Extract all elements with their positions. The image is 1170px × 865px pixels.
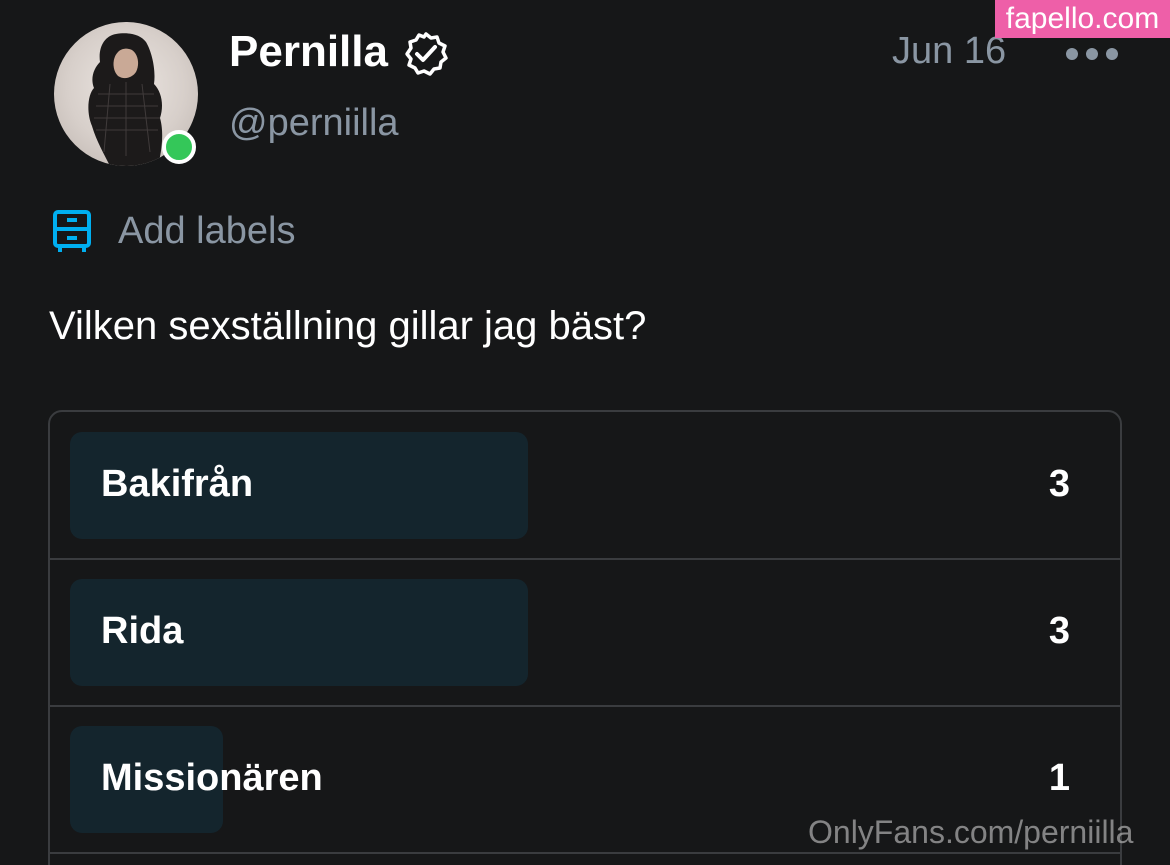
more-horizontal-icon[interactable] [1064, 44, 1120, 64]
post-date[interactable]: Jun 16 [892, 28, 1006, 74]
poll-option-label: Bakifrån [101, 463, 254, 505]
display-name[interactable]: Pernilla [229, 26, 388, 78]
online-status-dot [162, 130, 196, 164]
username[interactable]: @perniilla [229, 100, 399, 146]
poll-option-count: 3 [1048, 610, 1070, 652]
poll-option-label: Rida [101, 610, 184, 652]
poll-option[interactable]: Rida 3 [50, 559, 1120, 707]
add-labels-button[interactable]: Add labels [52, 206, 295, 256]
poll: Bakifrån 3 Rida 3 Missionären 1 [48, 410, 1122, 865]
poll-option[interactable]: Bakifrån 3 [50, 412, 1120, 560]
verified-badge-icon [405, 32, 448, 76]
avatar[interactable] [54, 22, 198, 166]
watermark-top: fapello.com [995, 0, 1170, 38]
post-text: Vilken sexställning gillar jag bäst? [49, 304, 647, 348]
labels-drawer-icon [53, 210, 91, 252]
poll-option-count: 1 [1048, 757, 1070, 799]
poll-option-count: 3 [1048, 463, 1070, 505]
poll-option-label: Missionären [101, 757, 323, 799]
watermark-bottom: OnlyFans.com/perniilla [808, 814, 1134, 850]
add-labels-label: Add labels [118, 210, 296, 252]
post-card: Pernilla @perniilla Jun 16 fapello.com A… [0, 0, 1170, 865]
